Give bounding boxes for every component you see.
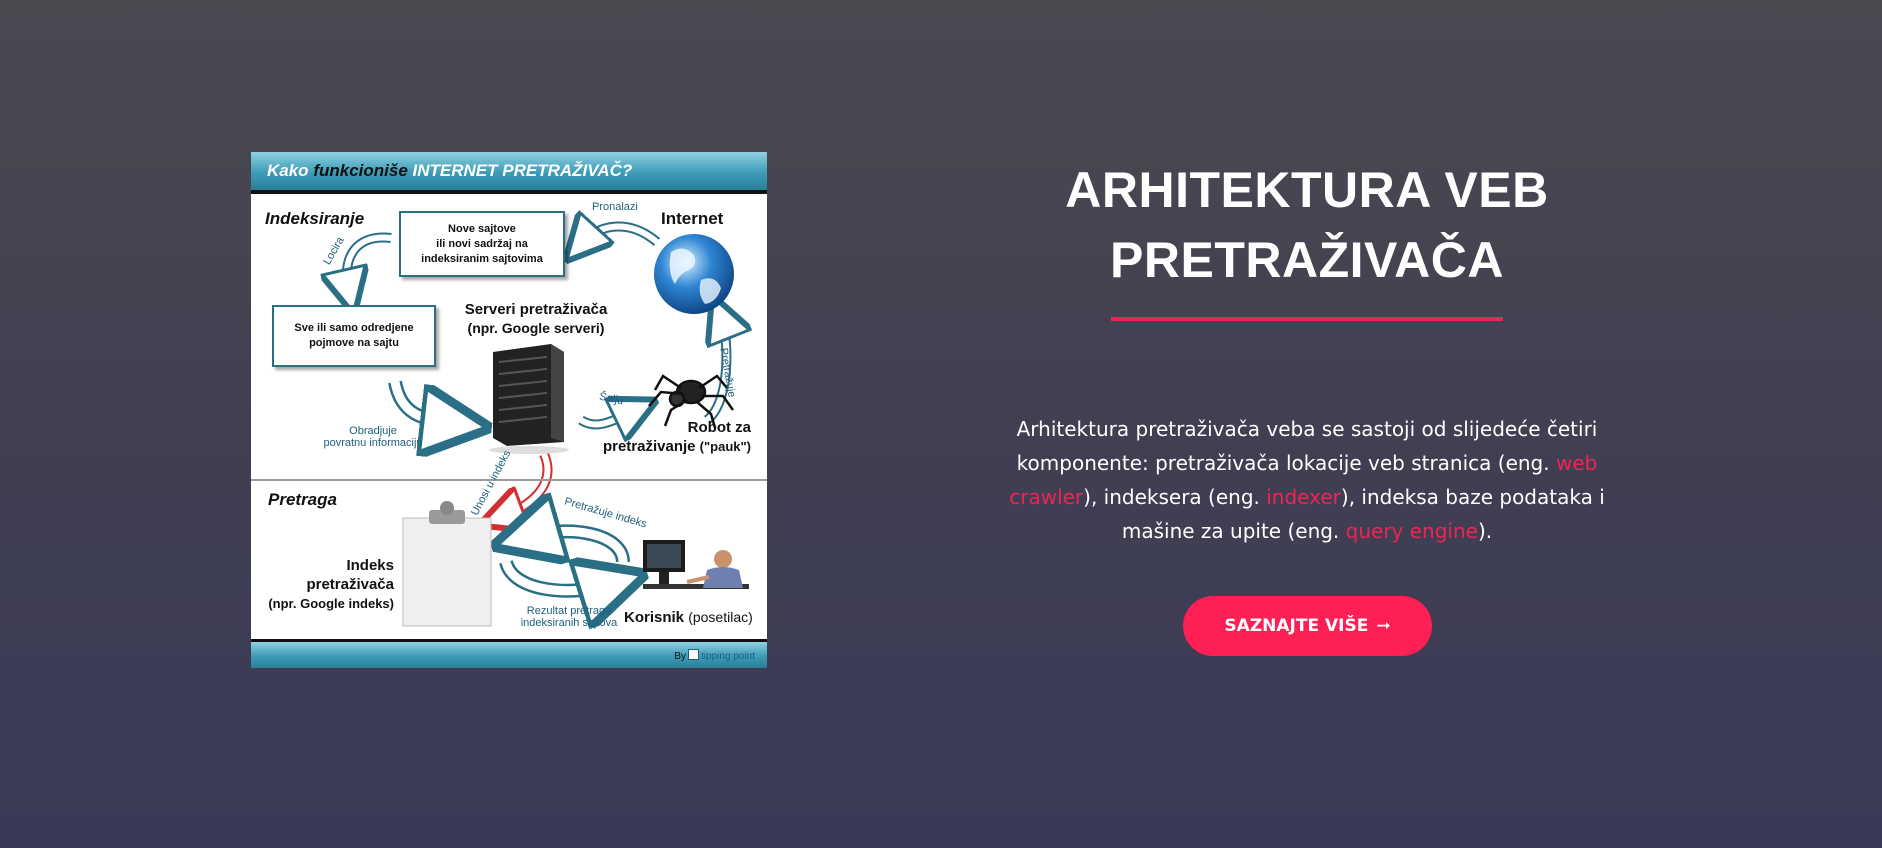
label-process: Obradjuje povratnu informaciju [323, 425, 423, 449]
computer-user-icon [643, 540, 749, 589]
infographic-credit: By tipping point [674, 649, 755, 662]
index-label: Indeks pretraživača (npr. Google indeks) [268, 557, 394, 611]
section-divider [251, 479, 767, 481]
arrow-right-icon: ➞ [1376, 616, 1391, 636]
servers-label: Serveri pretraživača (npr. Google server… [464, 301, 608, 336]
description: Arhitektura pretraživača veba se sastoji… [1009, 417, 1605, 543]
server-icon [489, 344, 569, 454]
label-result: Rezultat pretrage indeksiranih sajtova [520, 605, 618, 629]
robot-label: Robot za pretraživanje ("pauk") [602, 419, 751, 455]
arrow-locate [341, 232, 392, 294]
label-found: Pronalazi [592, 201, 638, 213]
user-label: Korisnik (posetilac) [624, 609, 753, 626]
highlight-query-engine: query engine [1345, 519, 1478, 543]
learn-more-label: SAZNAJTE VIŠE [1224, 616, 1369, 636]
box-new-sites: Nove sajtove ili novi sadržaj na indeksi… [399, 211, 565, 277]
section-indexing-label: Indeksiranje [265, 209, 365, 228]
infographic-footer: By tipping point [251, 639, 767, 668]
search-engine-infographic: Kako funkcioniše INTERNET PRETRAŽIVAČ? I… [251, 152, 767, 668]
box-terms: Sve ili samo odredjene pojmove na sajtu [272, 305, 436, 367]
highlight-indexer: indexer [1266, 485, 1341, 509]
learn-more-button[interactable]: SAZNAJTE VIŠE ➞ [1183, 596, 1432, 656]
title-underline [1111, 317, 1503, 321]
label-internet: Internet [661, 209, 724, 228]
section-search-label: Pretraga [268, 490, 337, 509]
page-title: ARHITEKTURA VEB PRETRAŽIVAČA [1065, 162, 1549, 288]
tipping-point-logo-icon [688, 649, 700, 660]
globe-icon [654, 234, 734, 314]
clipboard-icon [402, 501, 492, 627]
